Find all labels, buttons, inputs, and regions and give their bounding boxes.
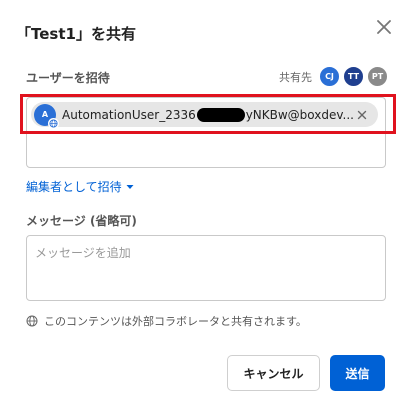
chevron-down-icon [126,184,134,189]
invitee-pill: A AutomationUser_2336 yNKBw@boxdev... [31,102,378,129]
share-dialog: 「Test1」を共有 ユーザーを招待 共有先 CJ TT PT A Automa… [0,0,412,418]
message-label: メッセージ (省略可) [26,214,137,228]
globe-icon [26,315,38,327]
send-button[interactable]: 送信 [330,355,385,391]
shared-with-label: 共有先 [279,70,312,84]
redaction-bar [196,107,245,122]
close-button[interactable] [374,17,394,37]
invitee-email-prefix: AutomationUser_2336 [62,107,196,122]
avatar[interactable]: PT [367,66,388,87]
avatar-initials: TT [347,72,360,81]
invite-users-label: ユーザーを招待 [26,71,110,85]
remove-invitee-button[interactable] [354,107,370,123]
invitee-avatar-initials: A [41,110,49,119]
external-user-icon [48,117,59,129]
invitee-avatar: A [34,103,59,129]
invitee-email: AutomationUser_2336 yNKBw@boxdev... [62,107,354,122]
shared-with: 共有先 CJ TT PT [279,66,388,87]
message-placeholder: メッセージを追加 [35,246,131,260]
notice-text: このコンテンツは外部コラボレータと共有されます。 [44,315,307,328]
avatar-initials: CJ [325,72,334,81]
close-icon [357,110,367,119]
dialog-title: 「Test1」を共有 [16,25,136,43]
invite-role-dropdown[interactable]: 編集者として招待 [26,178,134,195]
message-input[interactable]: メッセージを追加 [26,235,386,301]
external-share-notice: このコンテンツは外部コラボレータと共有されます。 [26,313,307,329]
cancel-button[interactable]: キャンセル [227,355,320,391]
close-icon [377,20,391,34]
avatar[interactable]: TT [343,66,364,87]
avatar[interactable]: CJ [319,66,340,87]
invitee-email-suffix: yNKBw@boxdev... [245,107,354,122]
avatar-initials: PT [371,72,384,81]
invite-role-label: 編集者として招待 [26,180,122,194]
